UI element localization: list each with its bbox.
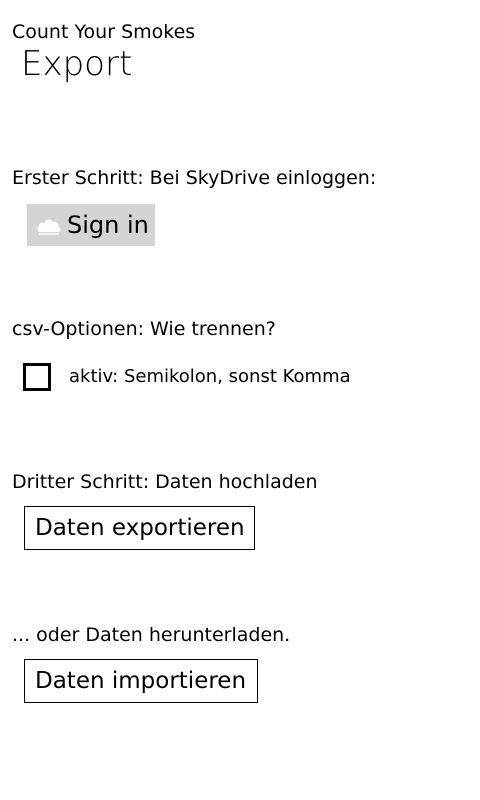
signin-button[interactable]: Sign in: [27, 204, 155, 246]
step1-label: Erster Schritt: Bei SkyDrive einloggen:: [12, 167, 377, 189]
app-title: Count Your Smokes: [12, 21, 196, 43]
export-page: Count Your Smokes Export Erster Schritt:…: [0, 0, 480, 800]
download-label: ... oder Daten herunterladen.: [12, 624, 291, 646]
semicolon-checkbox[interactable]: [23, 363, 51, 391]
semicolon-checkbox-label[interactable]: aktiv: Semikolon, sonst Komma: [69, 365, 351, 389]
signin-label: Sign in: [67, 211, 149, 239]
export-data-button[interactable]: Daten exportieren: [24, 506, 255, 550]
import-data-button[interactable]: Daten importieren: [24, 659, 258, 703]
page-title: Export: [21, 44, 133, 84]
step3-label: Dritter Schritt: Daten hochladen: [12, 471, 318, 493]
separator-option-row[interactable]: aktiv: Semikolon, sonst Komma: [23, 360, 351, 394]
skydrive-cloud-icon: [37, 219, 61, 235]
csv-options-label: csv-Optionen: Wie trennen?: [12, 318, 276, 340]
